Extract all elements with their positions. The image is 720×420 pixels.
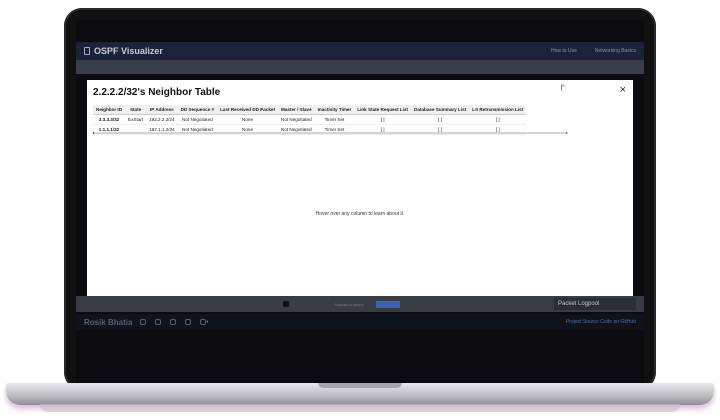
column-header-ls-retransmission-list[interactable]: LS Retransmission List (469, 105, 527, 115)
table-header-row: Neighbor ID State IP Address DD Sequence… (93, 105, 527, 115)
github-source-icon: ◐ (206, 319, 210, 325)
column-header-neighbor-id[interactable]: Neighbor ID (93, 105, 126, 115)
modal-title: 2.2.2.2/32's Neighbor Table (93, 87, 221, 98)
close-icon[interactable]: × (620, 85, 626, 96)
laptop-shadow (40, 404, 680, 412)
nav-links: How to Use Networking Basics (551, 48, 636, 54)
laptop-base-notch (318, 383, 402, 388)
cell-dd-sequence: Not Negotiated (177, 114, 218, 125)
horizontal-scrollbar[interactable]: ◂ ▸ (92, 130, 568, 135)
column-header-last-dd-packet[interactable]: Last Received DD Packet (217, 105, 278, 115)
scroll-right-icon[interactable]: ▸ (566, 130, 568, 135)
packet-log-title: Packet Logpool (558, 301, 600, 307)
mouse-cursor-icon (561, 84, 565, 92)
source-code-link[interactable]: Project Source Code on GitHub (566, 319, 636, 325)
column-header-ls-request-list[interactable]: Link State Request List (354, 105, 412, 115)
cell-ls-request-list: [ ] (354, 114, 412, 125)
stop-icon[interactable] (283, 301, 289, 307)
mail-icon[interactable] (185, 319, 192, 325)
cell-last-dd-packet: None (217, 114, 278, 125)
nav-link-networking-basics[interactable]: Networking Basics (595, 48, 636, 54)
cell-ls-retransmission-list: [ ] (469, 114, 527, 125)
cell-neighbor-id: 3.3.3.3/32 (93, 114, 126, 125)
cell-db-summary-list: [ ] (411, 114, 470, 125)
linkedin-icon[interactable] (155, 319, 162, 325)
nav-link-how-to-use[interactable]: How to Use (551, 48, 577, 54)
animation-controls-bar: Animation speed Packet Logpool (76, 296, 644, 312)
app-navbar: OSPF Visualizer How to Use Networking Ba… (76, 42, 644, 60)
footer-social-icons (140, 319, 207, 325)
app-logo-icon (84, 47, 90, 55)
scroll-left-icon[interactable]: ◂ (92, 130, 94, 135)
laptop-mockup: OSPF Visualizer How to Use Networking Ba… (0, 0, 720, 420)
neighbor-table: Neighbor ID State IP Address DD Sequence… (93, 105, 527, 135)
cell-inactivity-timer: Timer Set (314, 114, 355, 125)
speed-primary-button[interactable] (376, 300, 400, 308)
packet-log-panel[interactable]: Packet Logpool (554, 298, 636, 310)
footer-author-name: Rosik Bhatia (84, 317, 133, 327)
column-header-db-summary-list[interactable]: Database Summary List (411, 105, 470, 115)
cell-ip-address: 192.2.2.2/24 (146, 114, 178, 125)
app-brand[interactable]: OSPF Visualizer (84, 46, 163, 56)
cell-state: ExStart (125, 114, 147, 125)
neighbor-table-modal: 2.2.2.2/32's Neighbor Table × Neighbor I… (87, 80, 633, 296)
column-header-dd-sequence[interactable]: DD Sequence # (177, 105, 218, 115)
link-icon[interactable] (170, 319, 177, 325)
column-header-ip-address[interactable]: IP Address (146, 105, 178, 115)
speed-label: Animation speed (334, 301, 364, 307)
column-header-master-slave[interactable]: Master / Slave (278, 105, 315, 115)
table-row: 3.3.3.3/32 ExStart 192.2.2.2/24 Not Nego… (93, 114, 527, 125)
hover-hint-text: Hover over any column to learn about it. (315, 211, 405, 217)
github-icon[interactable] (140, 319, 147, 325)
app-footer: Rosik Bhatia ◐ Project Source Code on Gi… (76, 314, 644, 330)
cell-master-slave: Not Negotiated (278, 114, 315, 125)
app-toolbar-strip (76, 60, 644, 74)
column-header-inactivity-timer[interactable]: Inactivity Timer (314, 105, 355, 115)
app-title: OSPF Visualizer (94, 46, 163, 56)
laptop-screen: OSPF Visualizer How to Use Networking Ba… (76, 20, 644, 384)
column-header-state[interactable]: State (125, 105, 147, 115)
